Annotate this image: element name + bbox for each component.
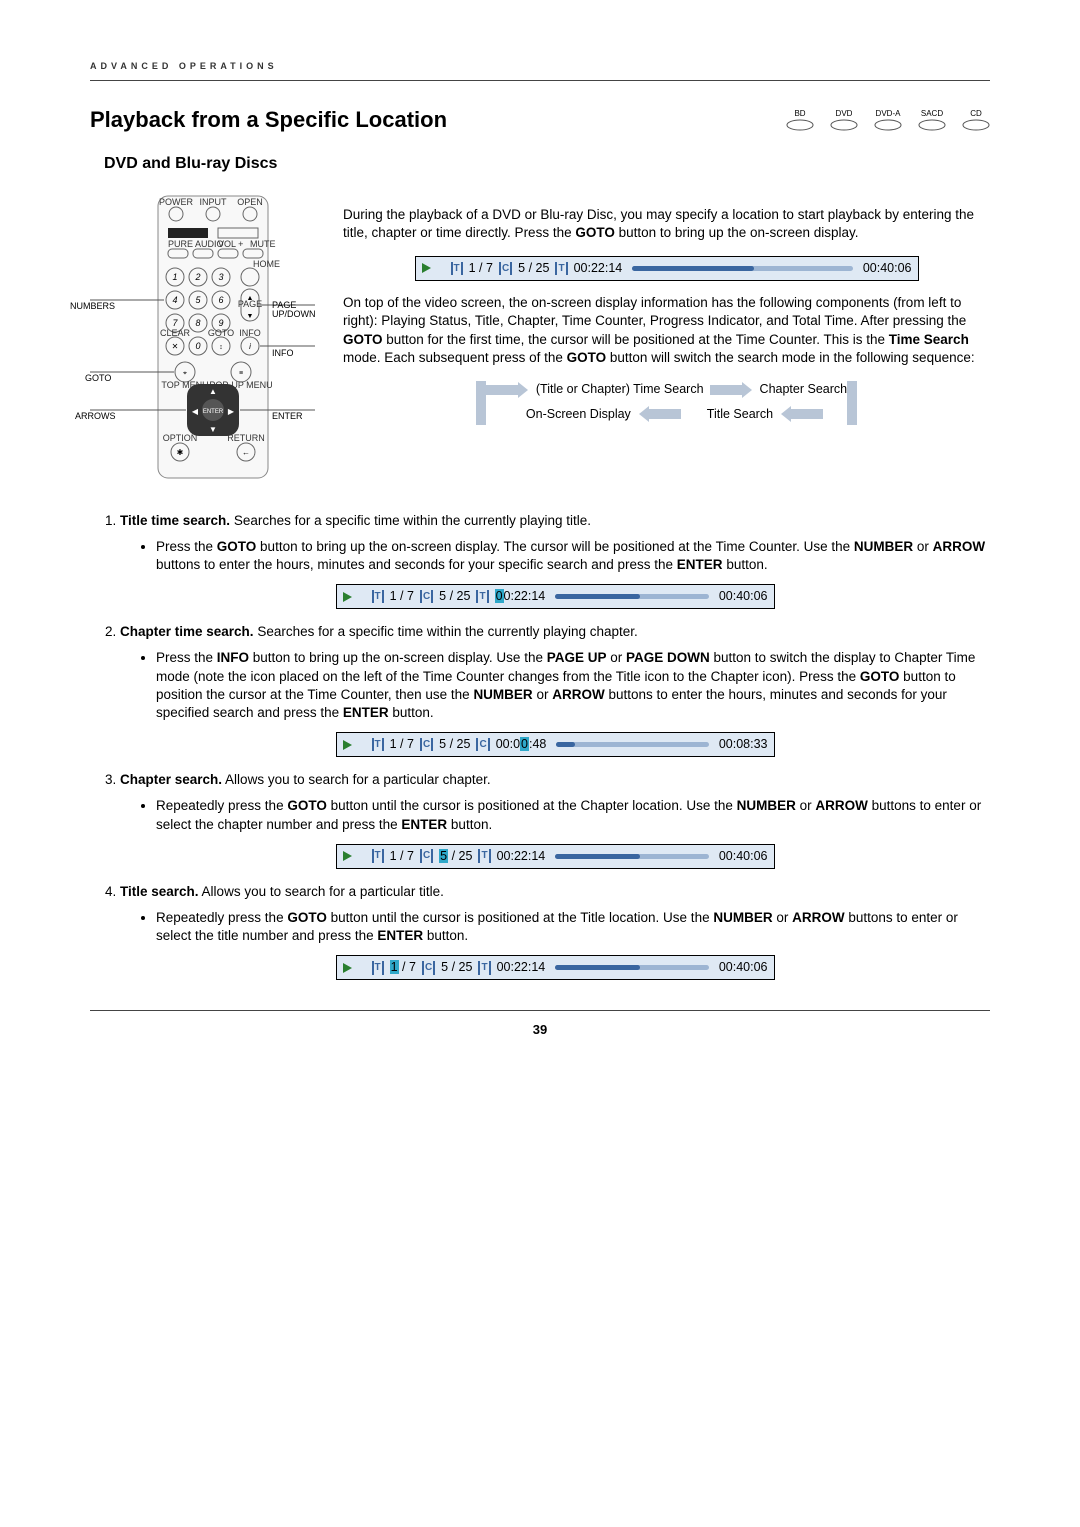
svg-text:◀: ◀	[192, 407, 199, 416]
bullet-4: Repeatedly press the GOTO button until t…	[156, 909, 990, 945]
svg-text:6: 6	[218, 295, 223, 305]
intro-paragraph-2: On top of the video screen, the on-scree…	[343, 294, 990, 367]
svg-text:1: 1	[172, 272, 177, 282]
svg-text:PAGE: PAGE	[238, 299, 262, 309]
intro-paragraph-1: During the playback of a DVD or Blu-ray …	[343, 206, 990, 242]
list-item-2: Chapter time search. Searches for a spec…	[120, 623, 990, 757]
svg-text:▶: ▶	[228, 407, 235, 416]
svg-text:✕: ✕	[172, 342, 179, 351]
svg-text:CLEAR: CLEAR	[160, 328, 191, 338]
disc-label-dvd: DVD	[836, 109, 853, 120]
svg-text:≡: ≡	[239, 370, 243, 377]
list-item-4: Title search. Allows you to search for a…	[120, 883, 990, 981]
svg-text:9: 9	[218, 318, 223, 328]
search-mode-sequence: (Title or Chapter) Time Search Chapter S…	[343, 381, 990, 425]
svg-text:⌖: ⌖	[183, 370, 187, 377]
disc-label-cd: CD	[970, 109, 982, 120]
remote-label-info: INFO	[272, 347, 294, 359]
page-header: ADVANCED OPERATIONS	[90, 60, 990, 81]
remote-label-enter: ENTER	[272, 410, 303, 422]
disc-label-bd: BD	[794, 109, 805, 120]
svg-text:OPEN: OPEN	[237, 197, 263, 207]
disc-label-sacd: SACD	[921, 109, 943, 120]
svg-text:4: 4	[172, 295, 177, 305]
svg-text:2: 2	[194, 272, 200, 282]
remote-label-goto: GOTO	[85, 372, 111, 384]
svg-text:i: i	[249, 342, 251, 351]
svg-text:✱: ✱	[177, 448, 184, 457]
svg-text:INPUT: INPUT	[200, 197, 228, 207]
svg-text:3: 3	[218, 272, 223, 282]
svg-text:GOTO: GOTO	[208, 328, 234, 338]
osd-bar-1: T 1 / 7 C 5 / 25 T 00:22:14 00:40:06	[415, 256, 919, 281]
svg-text:←: ←	[242, 448, 250, 457]
svg-text:ENTER: ENTER	[203, 409, 224, 415]
svg-text:↕: ↕	[219, 344, 223, 351]
title-time-icon: T	[555, 262, 567, 276]
chapter-icon: C	[499, 262, 512, 276]
page-number: 39	[90, 1010, 990, 1039]
disc-type-icons: BD DVD DVD-A SACD CD	[786, 109, 990, 132]
play-icon	[422, 263, 431, 273]
svg-text:OPTION: OPTION	[163, 433, 198, 443]
svg-text:VOL +: VOL +	[218, 239, 243, 249]
osd-bar-3: T1 / 7 C5 / 25 C00:00:48 00:08:33	[336, 732, 775, 757]
svg-text:0: 0	[195, 341, 200, 351]
osd-bar-2: T1 / 7 C5 / 25 T00:22:14 00:40:06	[336, 584, 775, 609]
list-item-3: Chapter search. Allows you to search for…	[120, 771, 990, 869]
remote-label-page: PAGE UP/DOWN	[272, 301, 322, 319]
remote-diagram: POWER INPUT OPEN PURE AUDIO VOL + MUTE H…	[90, 192, 315, 487]
svg-text:▼: ▼	[247, 313, 254, 320]
osd-bar-4: T1 / 7 C5 / 25 T00:22:14 00:40:06	[336, 844, 775, 869]
svg-text:8: 8	[195, 318, 200, 328]
bullet-1: Press the GOTO button to bring up the on…	[156, 538, 990, 574]
bullet-3: Repeatedly press the GOTO button until t…	[156, 797, 990, 833]
svg-text:POWER: POWER	[159, 197, 194, 207]
subheading: DVD and Blu-ray Discs	[104, 153, 990, 175]
section-title: Playback from a Specific Location	[90, 105, 447, 135]
title-icon: T	[451, 262, 463, 276]
svg-text:INFO: INFO	[239, 328, 261, 338]
svg-text:RETURN: RETURN	[227, 433, 265, 443]
bullet-2: Press the INFO button to bring up the on…	[156, 649, 990, 722]
svg-text:HOME: HOME	[253, 259, 280, 269]
disc-label-dvda: DVD-A	[876, 109, 901, 120]
remote-label-numbers: NUMBERS	[70, 300, 115, 312]
svg-text:▼: ▼	[209, 425, 217, 434]
svg-text:▲: ▲	[209, 387, 217, 396]
osd-bar-5: T1 / 7 C5 / 25 T00:22:14 00:40:06	[336, 955, 775, 980]
svg-text:PURE AUDIO: PURE AUDIO	[168, 239, 224, 249]
svg-text:MUTE: MUTE	[250, 239, 276, 249]
remote-label-arrows: ARROWS	[75, 410, 116, 422]
list-item-1: Title time search. Searches for a specif…	[120, 512, 990, 610]
